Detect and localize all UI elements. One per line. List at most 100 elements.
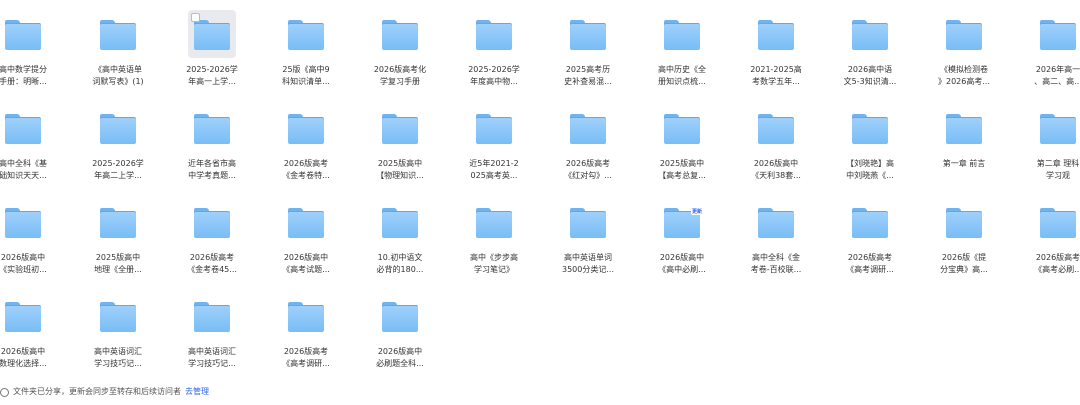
folder-item[interactable]: 2025-2026学 年高一上学... [165,10,259,88]
folder-item[interactable]: 2025-2026学 年高二上学... [71,104,165,182]
select-checkbox[interactable] [191,13,200,22]
folder-icon [288,114,324,144]
folder-item[interactable]: 2021-2025高 考数学五年... [729,10,823,88]
folder-name: 近5年2021-2 025高考英... [469,159,519,180]
folder-item[interactable]: 高中《步步高 学习笔记》 [447,198,541,276]
folder-item[interactable]: 近5年2021-2 025高考英... [447,104,541,182]
folder-icon [288,302,324,332]
folder-icon [288,208,324,238]
folder-item[interactable]: 10.初中语文 必背的180... [353,198,447,276]
folder-name: 10.初中语文 必背的180... [376,253,424,274]
folder-item[interactable]: 2026版高考 《高考调研... [823,198,917,276]
folder-item[interactable]: 2026版高考 《金考卷特... [259,104,353,182]
folder-name: 2025版高中 【高考总复... [658,159,706,180]
folder-item[interactable]: 高中全科《金 考卷-百校联... [729,198,823,276]
folder-item[interactable]: 2026版高考 《红对勾》... [541,104,635,182]
folder-name: 【刘晓艳】高 中刘晓燕《... [846,159,894,180]
folder-icon [100,208,136,238]
folder-item[interactable]: 高中历史《全 册知识点梳... [635,10,729,88]
folder-thumbnail [564,104,612,152]
folder-thumbnail [658,10,706,58]
folder-item[interactable]: 【刘晓艳】高 中刘晓燕《... [823,104,917,182]
folder-item[interactable]: 2026版高考化 学复习手册 [353,10,447,88]
folder-name: 2026版高中 《高考试题... [282,253,330,274]
folder-icon [100,114,136,144]
folder-item[interactable]: 2025-2026学 年度高中物... [447,10,541,88]
folder-icon [476,20,512,50]
folder-item[interactable]: 2026版高中 必刷题全科... [353,292,447,370]
folder-thumbnail [1034,104,1080,152]
folder-item[interactable]: 2026版高中 数理化选择... [0,292,70,370]
folder-item[interactable]: 2025版高中 地理《全册... [71,198,165,276]
folder-thumbnail [376,198,424,246]
folder-item[interactable]: 2026版《提 分宝典》高... [917,198,1011,276]
folder-icon [1040,114,1076,144]
folder-icon [946,20,982,50]
folder-item[interactable]: 2026版高中 《天利38套... [729,104,823,182]
folder-item[interactable]: 2025版高中 【物理知识... [353,104,447,182]
folder-name: 高中英语词汇 学习技巧记... [188,347,236,368]
folder-icon [382,208,418,238]
folder-item[interactable]: 高中英语词汇 学习技巧记... [165,292,259,370]
folder-thumbnail [940,104,988,152]
folder-thumbnail [282,104,330,152]
folder-name: 2025-2026学 年高二上学... [92,159,144,180]
folder-name: 高中全科《金 考卷-百校联... [750,253,802,274]
folder-name: 第一章 前言 [942,159,986,168]
manage-link[interactable]: 去管理 [185,384,209,400]
folder-icon [382,20,418,50]
folder-icon [5,208,41,238]
folder-item[interactable]: 2026版高中 《高考试题... [259,198,353,276]
folder-name: 2026版高中 《实验班初... [0,253,47,274]
folder-icon [1040,208,1076,238]
folder-name: 高中历史《全 册知识点梳... [658,65,706,86]
folder-icon [476,114,512,144]
folder-item[interactable]: 2026版高考 《金考卷45... [165,198,259,276]
folder-thumbnail [564,10,612,58]
folder-item[interactable]: 2026版高考 《高考调研... [259,292,353,370]
folder-item[interactable]: 高中英语词汇 学习技巧记... [71,292,165,370]
folder-item[interactable]: 《模拟检测卷 》2026高考... [917,10,1011,88]
folder-item[interactable]: 高中数学提分 手册：明晰... [0,10,70,88]
folder-icon [852,20,888,50]
folder-name: 高中《步步高 学习笔记》 [470,253,518,274]
folder-item[interactable]: 2026年高一 、高二、高... [1011,10,1080,88]
folder-thumbnail [376,292,424,340]
folder-thumbnail [376,10,424,58]
folder-name: 2026版高考 《红对勾》... [564,159,612,180]
folder-thumbnail [94,198,142,246]
folder-name: 2026版高中 必刷题全科... [376,347,424,368]
folder-icon [194,302,230,332]
folder-item[interactable]: 2026版高中 《实验班初... [0,198,70,276]
folder-item[interactable]: 2026高中语 文5-3知识清... [823,10,917,88]
folder-name: 2025-2026学 年高一上学... [186,65,238,86]
folder-item[interactable]: 更新 2026版高中 《高中必刷... [635,198,729,276]
folder-item[interactable]: 2025版高中 【高考总复... [635,104,729,182]
folder-icon [758,20,794,50]
folder-thumbnail [188,10,236,58]
folder-item[interactable]: 第二章 理科 学习观 [1011,104,1080,182]
folder-name: 2025版高中 【物理知识... [376,159,424,180]
folder-item[interactable]: 高中全科《基 础知识天天... [0,104,70,182]
folder-name: 2026年高一 、高二、高... [1034,65,1080,86]
folder-name: 2026版高考 《金考卷特... [282,159,330,180]
folder-thumbnail [94,292,142,340]
folder-icon [288,20,324,50]
folder-thumbnail [752,104,800,152]
folder-item[interactable]: 第一章 前言 [917,104,1011,182]
folder-item[interactable]: 高中英语单词 3500分类记... [541,198,635,276]
folder-name: 2026高中语 文5-3知识清... [843,65,897,86]
folder-name: 2026版高考 《高考调研... [846,253,894,274]
folder-name: 高中英语单词 3500分类记... [562,253,614,274]
folder-thumbnail [282,292,330,340]
folder-icon [194,208,230,238]
folder-item[interactable]: 《高中英语单 词默写表》(1) [71,10,165,88]
folder-name: 2026版高中 《天利38套... [751,159,801,180]
folder-item[interactable]: 2025高考历 史补查易混... [541,10,635,88]
folder-item[interactable]: 2026版高考 《高考必刷... [1011,198,1080,276]
folder-item[interactable]: 近年各省市高 中学考真题... [165,104,259,182]
folder-name: 2021-2025高 考数学五年... [750,65,802,86]
folder-thumbnail [470,10,518,58]
folder-icon [194,114,230,144]
folder-item[interactable]: 25版《高中9 科知识清单... [259,10,353,88]
